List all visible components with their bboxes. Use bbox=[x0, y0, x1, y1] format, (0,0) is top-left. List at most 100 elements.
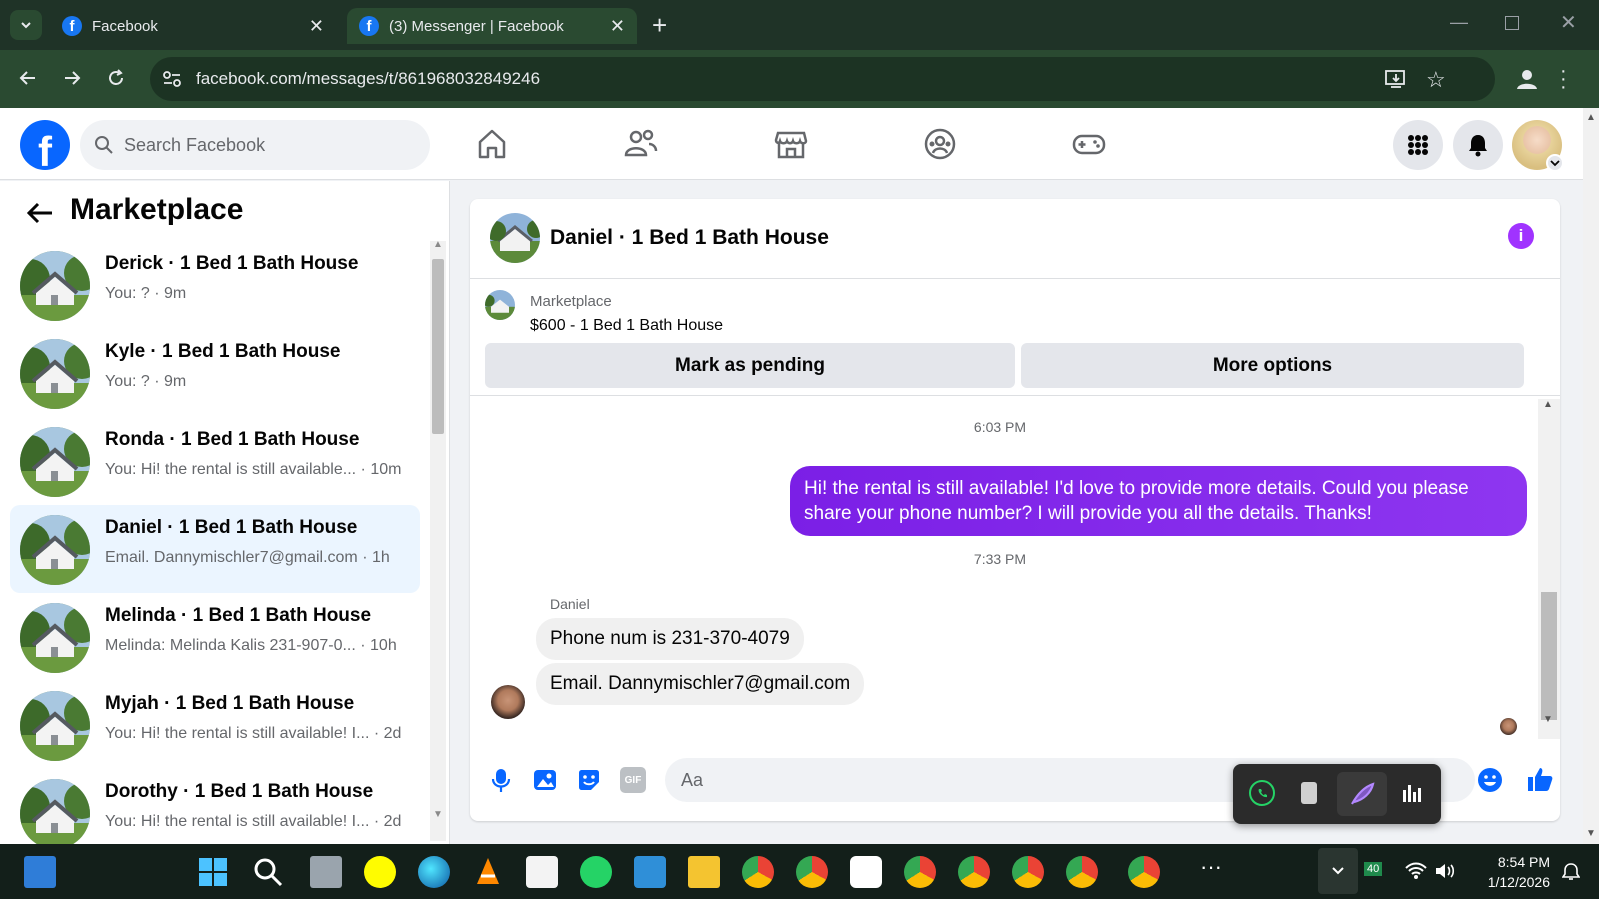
browser-tab-messenger[interactable]: f (3) Messenger | Facebook ✕ bbox=[347, 8, 637, 44]
profile-icon[interactable] bbox=[1515, 68, 1539, 90]
site-settings-icon[interactable] bbox=[162, 70, 182, 88]
chrome-profile-icon[interactable] bbox=[796, 856, 828, 888]
marketplace-icon[interactable] bbox=[773, 126, 809, 162]
conversation-item[interactable]: Ronda · 1 Bed 1 Bath House You: Hi! the r… bbox=[10, 417, 420, 505]
chrome-profile-icon[interactable] bbox=[1066, 856, 1098, 888]
clipboard-icon[interactable] bbox=[1301, 782, 1317, 804]
scroll-down-arrow-icon[interactable]: ▼ bbox=[433, 809, 443, 820]
facebook-logo[interactable]: f bbox=[20, 120, 70, 170]
store-icon[interactable] bbox=[526, 856, 558, 888]
groups-icon[interactable] bbox=[922, 126, 958, 162]
photo-icon[interactable] bbox=[532, 767, 558, 793]
conversation-name: Ronda · 1 Bed 1 Bath House bbox=[105, 429, 360, 450]
listing-title[interactable]: $600 - 1 Bed 1 Bath House bbox=[530, 317, 723, 335]
forward-arrow-icon[interactable] bbox=[62, 68, 82, 88]
close-tab-icon[interactable]: ✕ bbox=[309, 16, 324, 37]
conversation-list-scroll-thumb[interactable] bbox=[432, 259, 444, 434]
conversation-item[interactable]: Derick · 1 Bed 1 Bath House You: ? · 9m bbox=[10, 241, 420, 329]
keyboard-app-icon[interactable] bbox=[634, 856, 666, 888]
message-timestamp: 6:03 PM bbox=[973, 419, 1027, 435]
emoji-icon[interactable] bbox=[1477, 767, 1503, 793]
reload-icon[interactable] bbox=[106, 68, 126, 88]
tray-overflow-chevron-icon[interactable] bbox=[1318, 848, 1358, 894]
chat-title: Daniel · 1 Bed 1 Bath House bbox=[550, 226, 829, 249]
search-icon[interactable] bbox=[252, 856, 284, 888]
close-tab-icon[interactable]: ✕ bbox=[610, 16, 625, 37]
account-chevron-icon[interactable] bbox=[1546, 154, 1564, 172]
conversation-item[interactable]: Daniel · 1 Bed 1 Bath House Email. Dannym… bbox=[10, 505, 420, 593]
gif-icon[interactable]: GIF bbox=[620, 767, 646, 793]
chrome-profile-icon[interactable] bbox=[958, 856, 990, 888]
friends-icon[interactable] bbox=[623, 126, 659, 162]
sender-avatar[interactable] bbox=[491, 685, 525, 719]
tab-list-chevron-icon[interactable] bbox=[10, 10, 42, 40]
chat-scroll-up-icon[interactable]: ▲ bbox=[1543, 399, 1553, 410]
message-placeholder: Aa bbox=[681, 769, 704, 790]
menu-grid-button[interactable] bbox=[1393, 120, 1443, 170]
scroll-up-arrow-icon[interactable]: ▲ bbox=[433, 239, 443, 250]
chat-scroll-down-icon[interactable]: ▼ bbox=[1543, 714, 1553, 725]
search-field[interactable]: Search Facebook bbox=[80, 120, 430, 170]
conversation-item[interactable]: Melinda · 1 Bed 1 Bath House Melinda: Mel… bbox=[10, 593, 420, 681]
page-scroll-up-icon[interactable]: ▲ bbox=[1586, 112, 1596, 123]
conversation-item[interactable]: Kyle · 1 Bed 1 Bath House You: ? · 9m bbox=[10, 329, 420, 417]
outgoing-message[interactable]: Hi! the rental is still available! I'd l… bbox=[790, 466, 1527, 536]
vlc-icon[interactable] bbox=[472, 856, 504, 888]
url-field[interactable]: facebook.com/messages/t/861968032849246 … bbox=[150, 57, 1495, 101]
wifi-icon[interactable] bbox=[1405, 862, 1427, 880]
back-arrow-icon[interactable] bbox=[26, 201, 54, 225]
whatsapp-icon[interactable] bbox=[580, 856, 612, 888]
bookmark-star-icon[interactable]: ☆ bbox=[1426, 67, 1446, 93]
chat-panel: Daniel · 1 Bed 1 Bath House i Marketplac… bbox=[470, 199, 1560, 821]
more-apps-icon[interactable]: ··· bbox=[1200, 854, 1222, 880]
chat-scroll-thumb[interactable] bbox=[1541, 592, 1557, 720]
listing-source-label: Marketplace bbox=[530, 293, 612, 310]
page-scrollbar[interactable]: ▲ ▼ bbox=[1583, 108, 1599, 844]
sticker-icon[interactable] bbox=[576, 767, 602, 793]
task-view-icon[interactable] bbox=[310, 856, 342, 888]
info-icon[interactable]: i bbox=[1508, 223, 1534, 249]
file-explorer-icon[interactable] bbox=[688, 856, 720, 888]
battery-indicator[interactable]: 40 bbox=[1364, 862, 1383, 876]
restore-window-button[interactable] bbox=[1505, 16, 1519, 30]
page-scroll-down-icon[interactable]: ▼ bbox=[1586, 828, 1596, 839]
windows-start-icon[interactable] bbox=[197, 856, 229, 888]
chrome-profile-icon[interactable] bbox=[1128, 856, 1160, 888]
notifications-button[interactable] bbox=[1453, 120, 1503, 170]
browser-tab-facebook[interactable]: f Facebook ✕ bbox=[50, 8, 336, 44]
feather-pen-icon[interactable] bbox=[1337, 772, 1387, 816]
incoming-message[interactable]: Phone num is 231-370-4079 bbox=[536, 618, 804, 660]
clock-time[interactable]: 8:54 PM bbox=[1470, 854, 1550, 870]
install-app-icon[interactable] bbox=[1385, 69, 1407, 89]
mark-as-pending-button[interactable]: Mark as pending bbox=[485, 343, 1015, 388]
microphone-icon[interactable] bbox=[488, 767, 514, 793]
snapchat-icon[interactable] bbox=[364, 856, 396, 888]
marketplace-title: Marketplace bbox=[70, 193, 244, 226]
new-tab-button[interactable]: + bbox=[652, 10, 667, 41]
conversation-item[interactable]: Dorothy · 1 Bed 1 Bath House You: Hi! the… bbox=[10, 769, 420, 844]
chat-avatar[interactable] bbox=[490, 213, 540, 263]
whatsapp-icon[interactable] bbox=[1249, 780, 1275, 806]
more-options-button[interactable]: More options bbox=[1021, 343, 1524, 388]
edge-icon[interactable] bbox=[418, 856, 450, 888]
chart-app-icon[interactable] bbox=[850, 856, 882, 888]
gaming-icon[interactable] bbox=[1071, 126, 1107, 162]
conversation-item[interactable]: Myjah · 1 Bed 1 Bath House You: Hi! the r… bbox=[10, 681, 420, 769]
notification-bell-icon[interactable] bbox=[1562, 862, 1580, 882]
bar-chart-icon[interactable] bbox=[1401, 782, 1423, 804]
home-icon[interactable] bbox=[474, 126, 510, 162]
back-arrow-icon[interactable] bbox=[18, 68, 38, 88]
incoming-message[interactable]: Email. Dannymischler7@gmail.com bbox=[536, 663, 865, 705]
search-icon bbox=[95, 136, 113, 154]
chrome-profile-icon[interactable] bbox=[904, 856, 936, 888]
chrome-icon[interactable] bbox=[742, 856, 774, 888]
chrome-profile-icon[interactable] bbox=[1012, 856, 1044, 888]
clock-date[interactable]: 1/12/2026 bbox=[1450, 874, 1550, 890]
listing-avatar bbox=[20, 427, 90, 497]
widgets-icon[interactable] bbox=[24, 856, 56, 888]
minimize-window-button[interactable]: — bbox=[1450, 12, 1468, 33]
browser-menu-icon[interactable]: · · · bbox=[1560, 61, 1567, 97]
listing-thumbnail[interactable] bbox=[485, 290, 515, 320]
like-thumbs-up-icon[interactable] bbox=[1526, 765, 1554, 793]
close-window-button[interactable]: ✕ bbox=[1560, 10, 1577, 35]
